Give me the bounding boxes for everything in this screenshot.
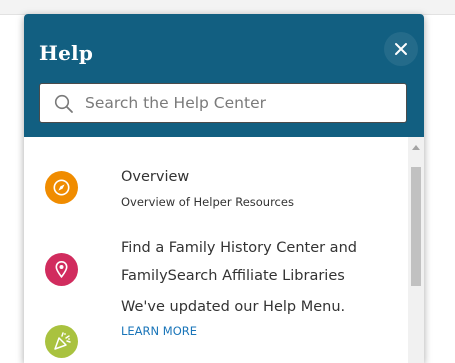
map-pin-icon <box>45 253 78 286</box>
background-page-strip <box>0 0 455 15</box>
scrollbar[interactable] <box>408 137 424 363</box>
party-popper-icon <box>45 325 78 358</box>
item-subtitle: Overview of Helper Resources <box>121 195 294 209</box>
close-button[interactable] <box>384 32 418 66</box>
close-icon <box>395 43 407 55</box>
list-item-family-history-center[interactable]: Find a Family History Center and FamilyS… <box>24 216 408 286</box>
compass-icon <box>45 171 78 204</box>
item-title-line-1: Find a Family History Center and <box>121 240 357 256</box>
search-box[interactable] <box>39 83 407 123</box>
learn-more-link[interactable]: LEARN MORE <box>121 324 197 338</box>
item-title: Overview <box>121 169 190 185</box>
map-pin-icon-bg <box>45 253 78 286</box>
help-panel-header: Help <box>24 14 424 137</box>
help-panel: Help Overview Overview <box>24 14 424 363</box>
search-input[interactable] <box>85 84 400 122</box>
list-item-updated-help-menu[interactable]: We've updated our Help Menu. LEARN MORE <box>24 295 408 363</box>
scroll-thumb[interactable] <box>411 167 421 286</box>
search-icon <box>54 94 73 113</box>
item-title: We've updated our Help Menu. <box>121 299 346 315</box>
panel-title: Help <box>39 41 94 65</box>
scroll-up-arrow[interactable] <box>412 145 420 150</box>
item-title-line-2: FamilySearch Affiliate Libraries <box>121 268 345 284</box>
list-item-overview[interactable]: Overview Overview of Helper Resources <box>24 145 408 215</box>
help-menu-list: Overview Overview of Helper Resources Fi… <box>24 137 408 363</box>
